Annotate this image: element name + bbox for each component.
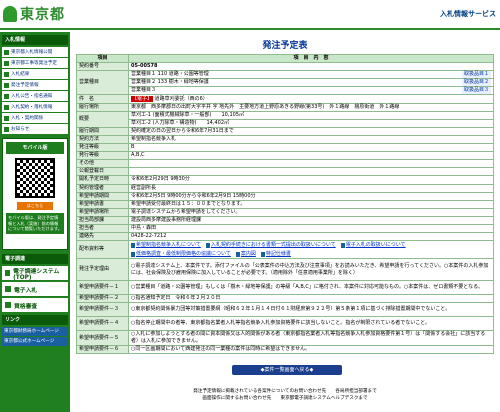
table-row: 発行等級 A,B,C xyxy=(76,151,494,161)
table-row: 履行期間 契約確定の日の翌日から令和6年7月31日まで xyxy=(76,126,494,136)
page: 東京都 入札情報サービス 入札情報 東京都入札情報公開 東京都工事等発注予定 入… xyxy=(0,0,500,412)
table-row: 希望申請要件－２ ○指名通知予定日 令和６年２月２０日 xyxy=(76,294,494,304)
sidebar-item-construction-plan[interactable]: 東京都工事等発注予定 xyxy=(2,58,68,68)
table-row: 発注等級 B xyxy=(76,143,494,153)
attachment-link[interactable]: 特記仕様書 xyxy=(261,251,291,258)
arrow-icon xyxy=(4,71,9,77)
table-row: 希望申請場所 電子調達システムから希望申請をしてください。 xyxy=(76,207,494,217)
table-row: 契約方法 希望制指名競争入札 xyxy=(76,134,494,145)
tokyo-logo[interactable]: 東京都 xyxy=(3,4,65,24)
arrow-icon xyxy=(5,270,11,276)
arrow-icon xyxy=(5,302,11,308)
table-row: 担当者 中島・森田 xyxy=(76,223,494,234)
table-row: 担当局部課 建設局西多摩建設事務所経理課 xyxy=(76,215,494,225)
arrow-icon xyxy=(4,82,9,88)
page-title: 発注予定表 xyxy=(262,41,308,51)
arrow-icon xyxy=(5,286,11,292)
arrow-icon xyxy=(4,104,9,110)
mobile-link[interactable]: はこちら xyxy=(17,202,53,210)
mobile-title: モバイル版 xyxy=(6,142,64,154)
arrow-icon xyxy=(4,126,9,132)
sidebar-item-order-plan[interactable]: 発注予定情報 xyxy=(2,80,68,90)
mobile-version-box: モバイル版 はこちら モバイル版は、発注予定情報と入札（実施）前の情報について閲… xyxy=(2,138,68,250)
service-name[interactable]: 入札情報サービス xyxy=(440,9,496,19)
project-name: 道路草刈委託（西の6） xyxy=(154,95,208,102)
attachment-link[interactable]: 案内図 xyxy=(236,251,256,258)
col-item-header: 項目 xyxy=(76,53,129,64)
table-row: 発注予定理由 ○電子調達システム上、本案件です。添付ファイルの「公表案件の中込方法… xyxy=(76,258,494,282)
attachment-link[interactable]: 希望制指名競争入札について xyxy=(131,242,201,249)
table-row: 草刈工-2 (人力除草・構造物) 14,402㎡ xyxy=(77,118,494,128)
table-row: 配布資料等 希望制指名競争入札について 入札契約手続きにおける書類一式提出の取扱… xyxy=(76,240,494,260)
arrow-icon xyxy=(4,93,9,99)
sidebar-item-notice[interactable]: 入札公告・指名通知 xyxy=(2,91,68,101)
sidebar-section-title: 入札情報 xyxy=(2,35,68,45)
table-row: 契約番号 05-00578 xyxy=(76,62,494,72)
attachments-list: 希望制指名競争入札について 入札契約手続きにおける書類一式提出の取扱いについて … xyxy=(131,242,491,258)
sidebar: 入札情報 東京都入札情報公開 東京都工事等発注予定 入札結果 発注予定情報 入札… xyxy=(0,32,70,412)
header: 東京都 入札情報サービス xyxy=(0,0,500,30)
table-row: 希望申請要件－１ ○営業種目「道路・公園等管理」もしくは「樹木・緑地等保護」の等級… xyxy=(76,280,494,296)
table-row: 希望申請要件－５ ○入札に参加しようとする者の間に資本関係又は人的関係がある者（東… xyxy=(76,330,494,347)
table-row: 履行場所 東京都 西多摩郡日の出町大字平井 字 地先外 主要地方道上野原あきる野線… xyxy=(76,102,494,112)
electronic-tag: 【電子】 xyxy=(131,95,154,102)
table-row: 連絡先 0428-22-7212 xyxy=(76,232,494,242)
finance-bureau-link[interactable]: 東京都財務局ホームページ xyxy=(2,327,68,336)
qr-code-icon xyxy=(15,158,55,198)
mobile-note: モバイル版は、発注予定情報と入札（実施）前の情報について閲覧いただけます。 xyxy=(6,213,64,234)
footer-contact-2: 画面操作に関するお問い合わせ先 東京都電子調達システムヘルプデスクまで xyxy=(202,396,368,401)
qualification-button[interactable]: 資格審査 xyxy=(2,298,68,312)
sidebar-item-info-public[interactable]: 東京都入札情報公開 xyxy=(2,47,68,57)
table-row: 希望申請書 希望申請受付最終日は１５：００までとなります。 xyxy=(76,199,494,209)
table-row: 希望申請要件－６ ○同一区画期間において西建発注の同一業種の案件は同時に希望はでき… xyxy=(76,345,494,355)
table-row: 営業種目 営業種目１ 110 道路・公園等管理 取扱品目１ xyxy=(76,70,494,96)
sidebar-section-procurement: 電子調達 xyxy=(2,254,68,264)
sidebar-item-news[interactable]: お知らせ xyxy=(2,124,68,134)
back-to-list-button[interactable]: ◆案件一覧画面へ戻る◆ xyxy=(232,365,342,375)
sidebar-section-links: リンク xyxy=(2,315,68,325)
item-category-1-button[interactable]: 取扱品目１ xyxy=(461,71,491,79)
footer: 発注予定情報に掲載されている各案件についてのお問い合わせ先 各局所担当部署まで … xyxy=(72,388,498,402)
footer-contact-1: 発注予定情報に掲載されている各案件についてのお問い合わせ先 各局所担当部署まで xyxy=(193,389,377,394)
main-content: 発注予定表 項目 項 目 内 容 契約番号 05-00578 営業種目 営業種目１… xyxy=(72,32,498,412)
item-category-2-button[interactable]: 取扱品目２ xyxy=(461,79,491,87)
attachment-link[interactable]: 入札契約手続きにおける書類一式提出の取扱いについて xyxy=(206,242,336,249)
e-procurement-top-button[interactable]: 電子調達システム(TOP) xyxy=(2,266,68,281)
table-row: 希望申請期間 令和6年2月5日 9時00分から令和6年2月9日 15時00分 xyxy=(76,191,494,201)
table-row: 公報登載日 xyxy=(76,167,494,177)
attachment-link[interactable]: 電子入札の取扱いについて xyxy=(341,242,406,249)
col-content-header: 項 目 内 容 xyxy=(128,53,494,64)
sidebar-item-results[interactable]: 入札結果 xyxy=(2,69,68,79)
e-bidding-button[interactable]: 電子入札 xyxy=(2,282,68,296)
contract-number: 05-00578 xyxy=(128,62,494,72)
arrow-icon xyxy=(4,49,9,55)
table-row: 希望申請要件－４ ○指名停止期間中の者等、東京都指名業者入札等指名競争入札参加資格… xyxy=(76,316,494,332)
table-row: その他 xyxy=(76,159,494,169)
table-row: 概要 草刈工-1 (面積式機械除草・一般部) 10,105㎡ xyxy=(76,110,494,128)
table-row: 営業種目３ 取扱品目３ xyxy=(77,86,494,96)
attachment-link[interactable]: 低価格調査・最低制限価格の協議について xyxy=(131,251,231,258)
table-row: 希望申請要件－３ ○東京都契約関係暴力団等対策措置要綱（昭和６２年１月１４日付６１… xyxy=(76,302,494,318)
table-header-row: 項目 項 目 内 容 xyxy=(76,53,494,64)
logo-text: 東京都 xyxy=(20,7,65,23)
table-row: 開札予定日時 令和6年2月29日 9時30分 xyxy=(76,175,494,185)
arrow-icon xyxy=(4,60,9,66)
item-category-3-button[interactable]: 取扱品目３ xyxy=(461,87,491,95)
sidebar-item-award[interactable]: 入札契約・落札情報 xyxy=(2,102,68,112)
detail-table: 項目 項 目 内 容 契約番号 05-00578 営業種目 営業種目１ 110 道… xyxy=(76,53,494,355)
ginkgo-leaf-icon xyxy=(3,6,17,22)
table-row: 営業種目２ 133 樹木・緑地等保護 取扱品目２ xyxy=(77,78,494,88)
table-row: 契約管理者 経営副所長 xyxy=(76,183,494,193)
arrow-icon xyxy=(4,115,9,121)
sidebar-item-contract[interactable]: 入札・契約関係 xyxy=(2,113,68,123)
table-row: 件 名 【電子】 道路草刈委託（西の6） xyxy=(76,94,494,104)
tokyo-official-link[interactable]: 東京都公式ホームページ xyxy=(2,337,68,346)
